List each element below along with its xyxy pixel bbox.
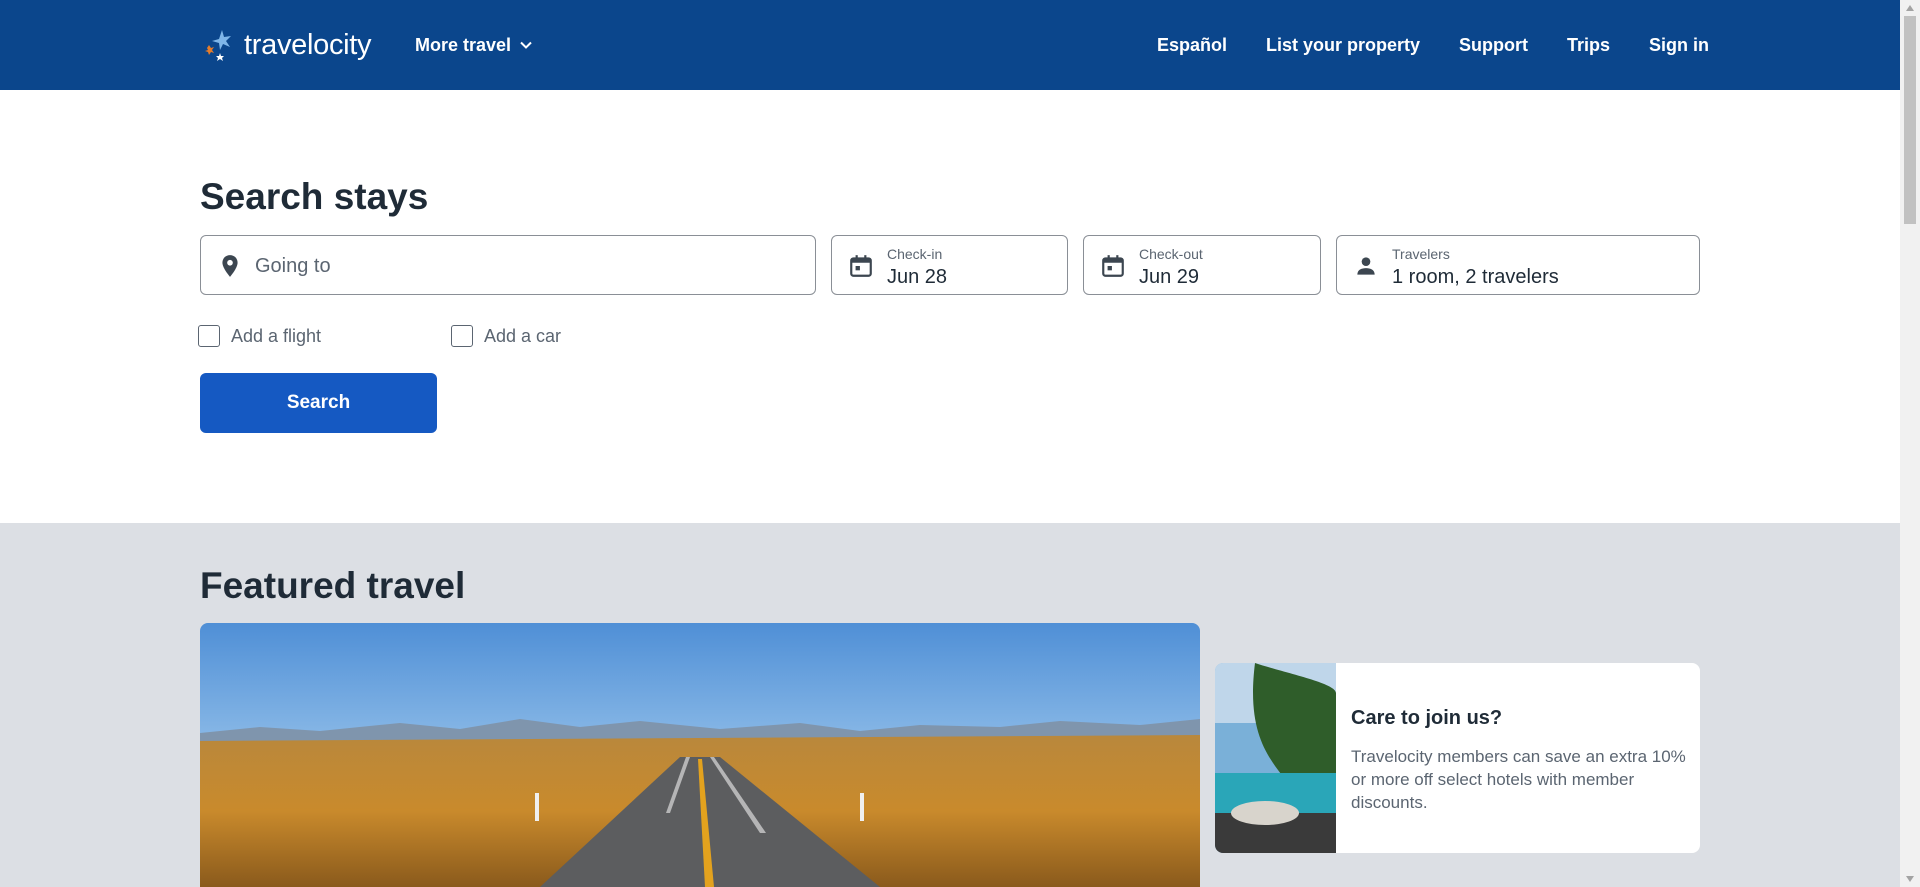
add-car-checkbox[interactable]: Add a car: [451, 324, 561, 348]
scroll-up-arrow-icon[interactable]: [1900, 0, 1920, 16]
travelocity-logo[interactable]: travelocity: [200, 25, 372, 65]
member-promo-card[interactable]: Care to join us? Travelocity members can…: [1215, 663, 1700, 853]
more-travel-label: More travel: [415, 34, 512, 55]
nav-support[interactable]: Support: [1459, 35, 1528, 56]
promo-body: Travelocity members can save an extra 10…: [1351, 747, 1686, 812]
destination-field[interactable]: [200, 235, 816, 295]
nav-trips[interactable]: Trips: [1567, 35, 1610, 56]
checkout-label: Check-out: [1139, 246, 1203, 262]
page-scrollbar[interactable]: [1900, 0, 1920, 887]
logo-star-icon: [205, 30, 231, 61]
add-flight-checkbox[interactable]: Add a flight: [198, 324, 321, 348]
nav-list-your-property[interactable]: List your property: [1266, 35, 1420, 56]
calendar-icon: [850, 255, 872, 277]
featured-hero-image[interactable]: [200, 623, 1200, 887]
featured-travel-title: Featured travel: [200, 565, 466, 606]
checkout-field[interactable]: Check-out Jun 29: [1083, 235, 1321, 295]
chevron-down-icon: [520, 41, 532, 49]
pool-palm-image: [1215, 663, 1336, 853]
destination-input[interactable]: [255, 253, 795, 279]
checkbox-box[interactable]: [198, 325, 220, 347]
search-stays-title: Search stays: [200, 176, 429, 217]
nav-sign-in[interactable]: Sign in: [1649, 35, 1709, 56]
travelers-label: Travelers: [1392, 246, 1450, 262]
scroll-down-arrow-icon[interactable]: [1900, 871, 1920, 887]
location-pin-icon: [222, 255, 238, 277]
travelers-field[interactable]: Travelers 1 room, 2 travelers: [1336, 235, 1700, 295]
person-icon: [1357, 257, 1375, 275]
checkin-label: Check-in: [887, 246, 943, 262]
promo-title: Care to join us?: [1351, 707, 1503, 729]
add-flight-label: Add a flight: [231, 325, 322, 346]
featured-travel-section: Featured travel Care to join us? Travelo…: [0, 523, 1900, 887]
checkin-value: Jun 28: [887, 266, 948, 288]
checkout-value: Jun 29: [1139, 266, 1200, 288]
add-car-label: Add a car: [484, 325, 562, 346]
scrollbar-thumb[interactable]: [1904, 16, 1916, 224]
logo-text: travelocity: [244, 28, 372, 61]
top-navigation-bar: travelocity More travel Español List you…: [0, 0, 1900, 90]
header-links: Español List your property Support Trips…: [1157, 30, 1709, 60]
search-button[interactable]: Search: [200, 373, 437, 433]
calendar-icon: [1102, 255, 1124, 277]
road-landscape-image: [200, 623, 1200, 887]
checkin-field[interactable]: Check-in Jun 28: [831, 235, 1068, 295]
more-travel-menu[interactable]: More travel: [415, 30, 533, 60]
checkbox-box[interactable]: [451, 325, 473, 347]
nav-espanol[interactable]: Español: [1157, 35, 1227, 56]
travelers-value: 1 room, 2 travelers: [1392, 266, 1559, 288]
